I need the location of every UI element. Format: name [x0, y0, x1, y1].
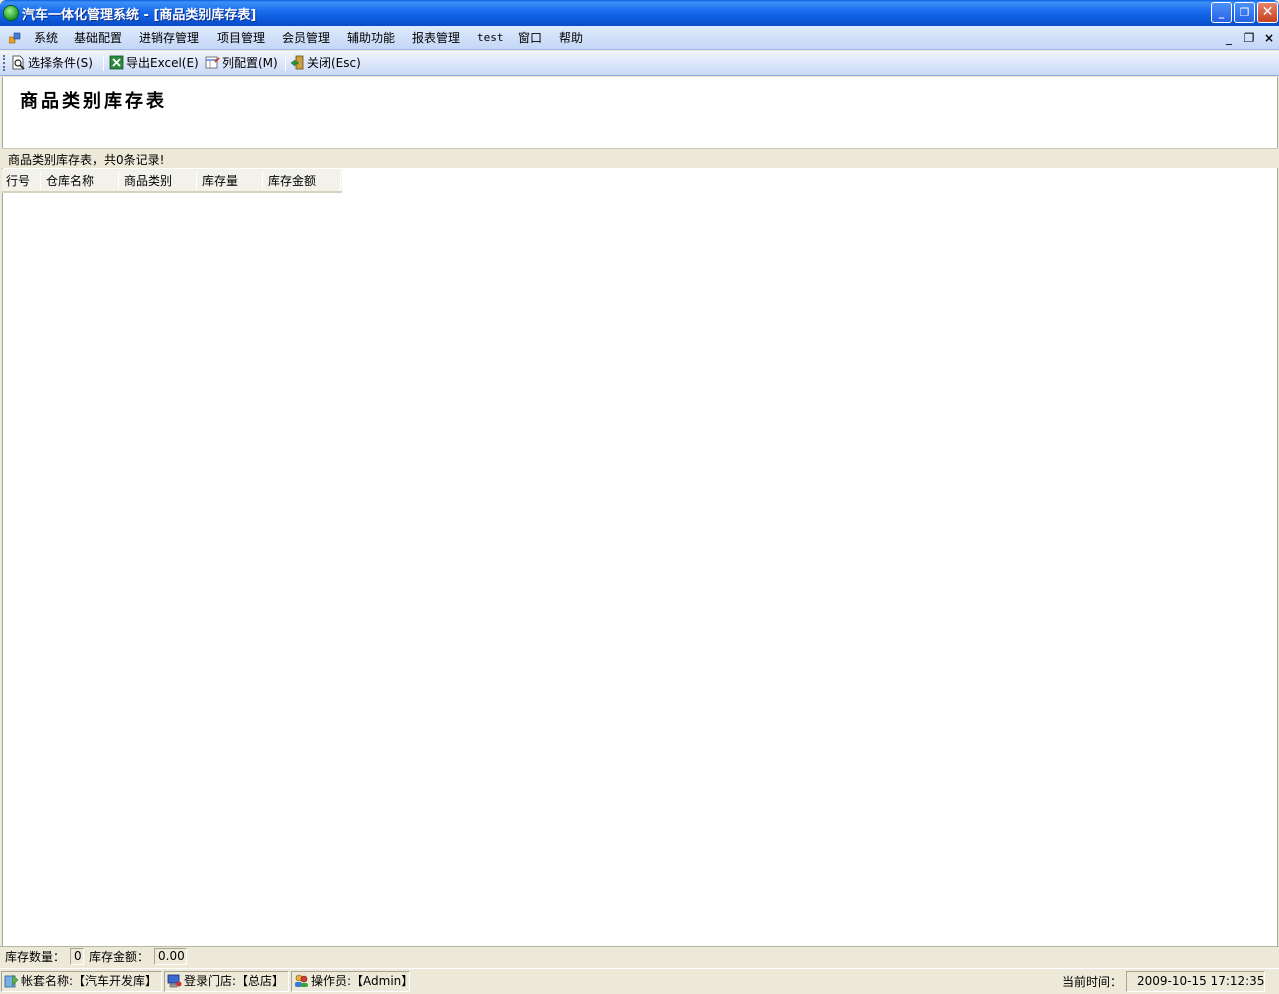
select-conditions-label: 选择条件(S) — [28, 56, 93, 70]
exit-door-icon — [290, 55, 304, 70]
window-title: 汽车一体化管理系统 - [商品类别库存表] — [22, 8, 257, 23]
menu-base-config[interactable]: 基础配置 — [74, 30, 122, 46]
menu-auxiliary[interactable]: 辅助功能 — [347, 30, 395, 46]
record-summary-bar — [2, 148, 1278, 168]
toolbar-separator — [285, 55, 286, 71]
app-icon[interactable] — [3, 5, 19, 21]
column-divider[interactable] — [262, 171, 263, 190]
column-header-row-number[interactable]: 行号 — [6, 172, 30, 190]
column-divider[interactable] — [196, 171, 197, 190]
search-document-icon — [12, 55, 25, 70]
current-time-value: 2009-10-15 17:12:35 — [1126, 971, 1265, 992]
menu-system[interactable]: 系统 — [34, 30, 58, 46]
column-divider[interactable] — [340, 171, 341, 190]
report-content-area — [2, 77, 1278, 946]
mdi-close-button[interactable]: × — [1262, 30, 1276, 46]
users-icon — [295, 974, 308, 987]
toolbar-separator — [103, 55, 104, 71]
export-excel-button[interactable]: 导出Excel(E) — [109, 54, 199, 72]
menu-window[interactable]: 窗口 — [518, 30, 542, 46]
column-config-icon — [205, 56, 220, 69]
column-divider[interactable] — [118, 171, 119, 190]
menu-reports[interactable]: 报表管理 — [412, 30, 460, 46]
excel-icon — [109, 55, 124, 70]
export-excel-label: 导出Excel(E) — [126, 56, 199, 70]
status-store: 登录门店:【总店】 — [164, 971, 289, 992]
status-operator-text: 操作员:【Admin】 — [311, 974, 414, 988]
status-operator: 操作员:【Admin】 — [291, 971, 414, 992]
mdi-document-icon[interactable] — [9, 32, 21, 44]
mdi-minimize-button[interactable]: _ — [1222, 30, 1236, 46]
column-header-category[interactable]: 商品类别 — [124, 172, 172, 190]
report-title: 商品类别库存表 — [20, 91, 167, 112]
stock-amount-label: 库存金额： — [89, 950, 150, 964]
store-computer-icon — [167, 974, 182, 988]
menu-member[interactable]: 会员管理 — [282, 30, 330, 46]
stock-qty-value: 0 — [70, 948, 84, 965]
summary-bar — [0, 946, 1279, 968]
account-book-icon — [4, 974, 19, 988]
column-header-warehouse[interactable]: 仓库名称 — [46, 172, 94, 190]
record-summary-text: 商品类别库存表，共0条记录! — [8, 153, 165, 167]
stock-amount-value: 0.00 — [154, 948, 187, 965]
column-header-stock-amount[interactable]: 库存金额 — [268, 172, 316, 190]
menu-project[interactable]: 项目管理 — [217, 30, 265, 46]
close-button[interactable]: ✕ — [1257, 2, 1278, 23]
close-report-button[interactable]: 关闭(Esc) — [290, 54, 361, 72]
mdi-restore-button[interactable]: ❐ — [1242, 30, 1256, 46]
menu-inventory[interactable]: 进销存管理 — [139, 30, 199, 46]
minimize-button[interactable]: _ — [1211, 2, 1232, 23]
column-config-label: 列配置(M) — [222, 56, 278, 70]
column-header-stock-qty[interactable]: 库存量 — [202, 172, 238, 190]
status-account-text: 帐套名称:【汽车开发库】 — [21, 974, 158, 988]
stock-qty-label: 库存数量： — [5, 950, 66, 964]
menu-test[interactable]: test — [477, 30, 504, 46]
column-config-button[interactable]: 列配置(M) — [205, 54, 278, 72]
status-account: 帐套名称:【汽车开发库】 — [1, 971, 162, 992]
restore-button[interactable]: ❐ — [1234, 2, 1255, 23]
select-conditions-button[interactable]: 选择条件(S) — [11, 54, 93, 72]
toolbar-grip[interactable] — [3, 55, 6, 71]
column-divider[interactable] — [40, 171, 41, 190]
status-store-text: 登录门店:【总店】 — [184, 974, 285, 988]
close-report-label: 关闭(Esc) — [307, 56, 361, 70]
current-time-label: 当前时间： — [1062, 975, 1123, 989]
menu-help[interactable]: 帮助 — [559, 30, 583, 46]
